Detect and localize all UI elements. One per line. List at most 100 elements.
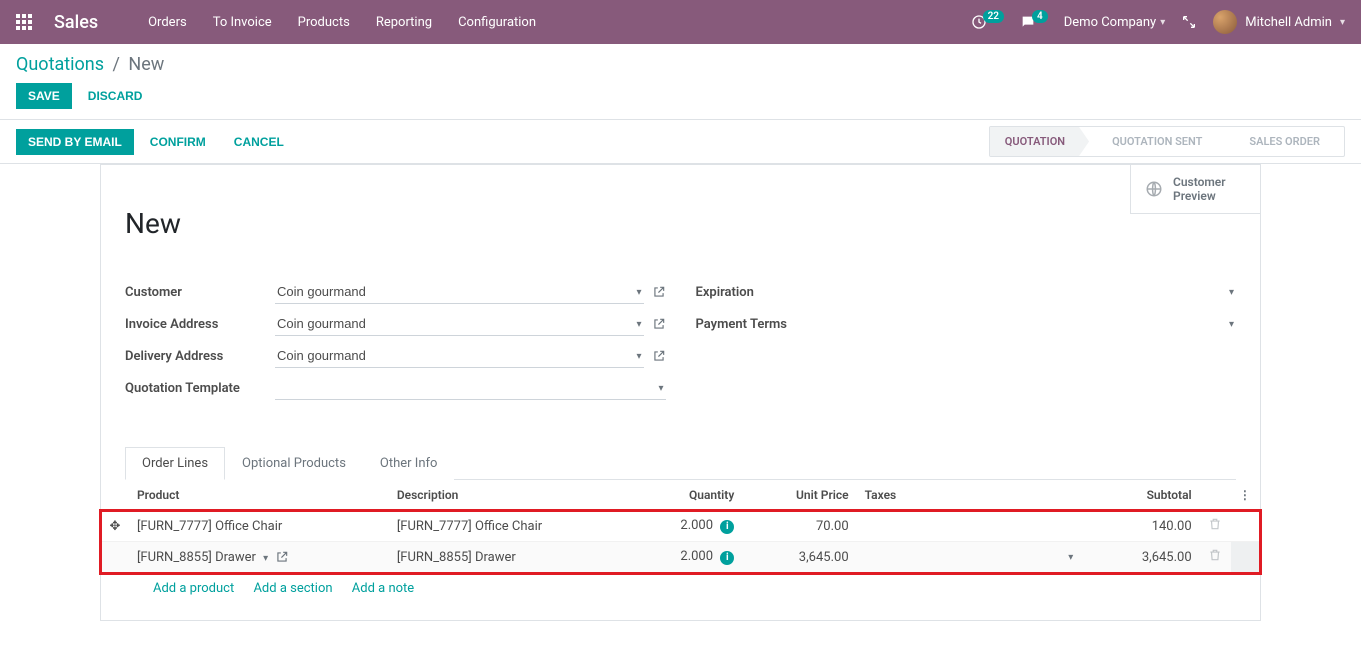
cell-quantity[interactable]: 2.000 i [628, 542, 742, 573]
fullscreen-icon[interactable] [1181, 14, 1197, 30]
tab-other-info[interactable]: Other Info [363, 447, 455, 480]
info-icon[interactable]: i [720, 520, 734, 534]
expiration-input[interactable] [846, 280, 1237, 304]
trash-icon[interactable] [1208, 548, 1222, 562]
status-quotation-sent[interactable]: QUOTATION SENT [1088, 127, 1226, 156]
quotation-template-input[interactable] [275, 376, 666, 400]
avatar [1213, 10, 1237, 34]
user-menu[interactable]: Mitchell Admin ▾ [1213, 10, 1345, 34]
cell-subtotal: 140.00 [1085, 511, 1199, 542]
payment-terms-input[interactable] [846, 312, 1237, 336]
add-note-link[interactable]: Add a note [352, 581, 414, 596]
customer-preview-button[interactable]: Customer Preview [1130, 165, 1260, 214]
statusbar-buttons: SEND BY EMAIL CONFIRM CANCEL [16, 129, 296, 155]
trash-icon[interactable] [1208, 517, 1222, 531]
add-section-link[interactable]: Add a section [253, 581, 332, 596]
cell-subtotal: 3,645.00 [1085, 542, 1199, 573]
cancel-button[interactable]: CANCEL [222, 129, 296, 155]
cell-product[interactable]: [FURN_7777] Office Chair [129, 511, 389, 542]
col-quantity: Quantity [628, 480, 742, 511]
page-title: New [125, 207, 1236, 240]
user-name: Mitchell Admin [1245, 15, 1332, 30]
send-by-email-button[interactable]: SEND BY EMAIL [16, 129, 134, 155]
menu-reporting[interactable]: Reporting [376, 15, 432, 30]
col-description: Description [389, 480, 628, 511]
add-product-link[interactable]: Add a product [153, 581, 234, 596]
cell-unit-price[interactable]: 70.00 [742, 511, 856, 542]
info-icon[interactable]: i [720, 551, 734, 565]
external-link-icon[interactable] [652, 317, 666, 331]
order-lines-body: ✥ [FURN_7777] Office Chair [FURN_7777] O… [101, 511, 1260, 573]
sheet-inner: New Customer ▾ Invoice [101, 165, 1260, 620]
external-link-icon[interactable] [275, 550, 289, 564]
menu-orders[interactable]: Orders [148, 15, 187, 30]
invoice-address-field[interactable]: ▾ [275, 312, 644, 336]
order-lines-table: Product Description Quantity Unit Price … [101, 480, 1260, 573]
label-delivery-address: Delivery Address [125, 349, 275, 364]
form-sheet: Customer Preview New Customer ▾ [100, 164, 1261, 621]
breadcrumb-current: New [128, 54, 164, 75]
app-brand[interactable]: Sales [54, 12, 98, 33]
drag-handle-icon[interactable]: ✥ [101, 511, 129, 542]
status-quotation[interactable]: QUOTATION [989, 127, 1089, 156]
form-col-left: Customer ▾ Invoice Address [125, 280, 666, 408]
breadcrumb-root[interactable]: Quotations [16, 54, 104, 75]
kebab-icon[interactable]: ⋮ [1239, 488, 1251, 502]
confirm-button[interactable]: CONFIRM [138, 129, 218, 155]
customer-input[interactable] [275, 280, 644, 304]
company-switcher[interactable]: Demo Company ▾ [1064, 15, 1165, 30]
invoice-address-input[interactable] [275, 312, 644, 336]
row-payment-terms: Payment Terms ▾ [696, 312, 1237, 336]
table-row[interactable]: [FURN_8855] Drawer ▾ [FURN_8855] Drawer … [101, 542, 1260, 573]
row-quotation-template: Quotation Template ▾ [125, 376, 666, 400]
cell-quantity[interactable]: 2.000 i [628, 511, 742, 542]
delivery-address-field[interactable]: ▾ [275, 344, 644, 368]
menu-to-invoice[interactable]: To Invoice [213, 15, 272, 30]
col-unit-price: Unit Price [742, 480, 856, 511]
expiration-field[interactable]: ▾ [846, 280, 1237, 304]
statusbar: SEND BY EMAIL CONFIRM CANCEL QUOTATION Q… [0, 119, 1361, 164]
col-trash [1200, 480, 1231, 511]
menu-products[interactable]: Products [298, 15, 350, 30]
external-link-icon[interactable] [652, 349, 666, 363]
systray: 22 4 Demo Company ▾ Mitchell Admin ▾ [971, 10, 1345, 34]
chevron-down-icon[interactable]: ▾ [263, 553, 268, 564]
label-expiration: Expiration [696, 285, 846, 300]
cell-description[interactable]: [FURN_8855] Drawer [389, 542, 628, 573]
cell-taxes[interactable]: ▾ [857, 542, 1086, 573]
cell-taxes[interactable] [857, 511, 1086, 542]
messages-count: 4 [1032, 10, 1048, 23]
status-steps: QUOTATION QUOTATION SENT SALES ORDER [989, 126, 1345, 157]
cell-description[interactable]: [FURN_7777] Office Chair [389, 511, 628, 542]
table-row[interactable]: ✥ [FURN_7777] Office Chair [FURN_7777] O… [101, 511, 1260, 542]
external-link-icon[interactable] [652, 285, 666, 299]
label-customer: Customer [125, 285, 275, 300]
customer-field[interactable]: ▾ [275, 280, 644, 304]
cell-unit-price[interactable]: 3,645.00 [742, 542, 856, 573]
delivery-address-input[interactable] [275, 344, 644, 368]
company-name: Demo Company [1064, 15, 1156, 30]
breadcrumb-sep: / [112, 54, 119, 75]
sheet-wrap: Customer Preview New Customer ▾ [0, 164, 1361, 661]
label-quotation-template: Quotation Template [125, 381, 275, 396]
caret-down-icon: ▾ [1160, 17, 1165, 28]
menu-configuration[interactable]: Configuration [458, 15, 536, 30]
activities-button[interactable]: 22 [971, 14, 1004, 30]
quotation-template-field[interactable]: ▾ [275, 376, 666, 400]
breadcrumb-row: Quotations / New [0, 44, 1361, 83]
discard-button[interactable]: DISCARD [76, 83, 155, 109]
status-sales-order[interactable]: SALES ORDER [1225, 127, 1344, 156]
payment-terms-field[interactable]: ▾ [846, 312, 1237, 336]
col-subtotal: Subtotal [1085, 480, 1199, 511]
drag-handle-icon[interactable] [101, 542, 129, 573]
row-expiration: Expiration ▾ [696, 280, 1237, 304]
apps-icon[interactable] [16, 14, 32, 30]
col-handle [101, 480, 129, 511]
messages-button[interactable]: 4 [1020, 14, 1048, 30]
tab-order-lines[interactable]: Order Lines [125, 447, 225, 480]
cell-product[interactable]: [FURN_8855] Drawer ▾ [129, 542, 389, 573]
save-button[interactable]: SAVE [16, 83, 72, 109]
row-invoice-address: Invoice Address ▾ [125, 312, 666, 336]
tab-optional-products[interactable]: Optional Products [225, 447, 363, 480]
chevron-down-icon[interactable]: ▾ [1068, 552, 1073, 563]
